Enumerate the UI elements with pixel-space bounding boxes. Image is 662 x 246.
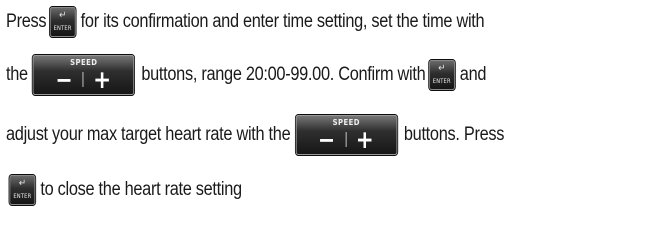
text-line-4: ↵ ENTER to close the heart rate setting — [6, 170, 242, 210]
text-fragment: buttons. Press — [403, 124, 505, 145]
plus-icon: + — [355, 125, 374, 154]
enter-key-label: ENTER — [13, 193, 32, 200]
speed-key-caption: SPEED — [70, 58, 98, 67]
enter-arrow-icon: ↵ — [438, 63, 446, 74]
enter-key-icon: ↵ ENTER — [9, 175, 36, 205]
text-fragment: for its confirmation and enter time sett… — [80, 11, 485, 32]
enter-arrow-icon: ↵ — [18, 178, 26, 189]
enter-arrow-icon: ↵ — [59, 10, 67, 21]
text-fragment: and — [459, 64, 487, 85]
minus-icon: − — [317, 126, 335, 154]
key-separator — [82, 72, 84, 87]
enter-key-label: ENTER — [53, 25, 72, 32]
speed-key-caption: SPEED — [332, 118, 360, 127]
speed-key-icon: SPEED − + — [32, 55, 135, 95]
text-line-2: the SPEED − + buttons, range 20:00-99.00… — [6, 55, 486, 95]
enter-key-label: ENTER — [432, 78, 451, 85]
text-fragment: to close the heart rate setting — [40, 179, 242, 200]
text-line-1: Press ↵ ENTER for its confirmation and e… — [6, 2, 485, 42]
enter-key-icon: ↵ ENTER — [428, 60, 455, 90]
enter-key-icon: ↵ ENTER — [49, 7, 76, 37]
text-fragment: the — [6, 64, 28, 85]
text-fragment: adjust your max target heart rate with t… — [6, 124, 291, 145]
minus-icon: − — [55, 66, 73, 94]
text-line-3: adjust your max target heart rate with t… — [6, 115, 504, 155]
key-separator — [345, 132, 347, 147]
plus-icon: + — [93, 65, 111, 94]
manual-paragraph: Press ↵ ENTER for its confirmation and e… — [0, 0, 662, 246]
text-fragment: buttons, range 20:00-99.00. Confirm with — [141, 64, 426, 85]
text-fragment: Press — [6, 11, 47, 32]
speed-key-icon: SPEED − + — [295, 115, 397, 155]
